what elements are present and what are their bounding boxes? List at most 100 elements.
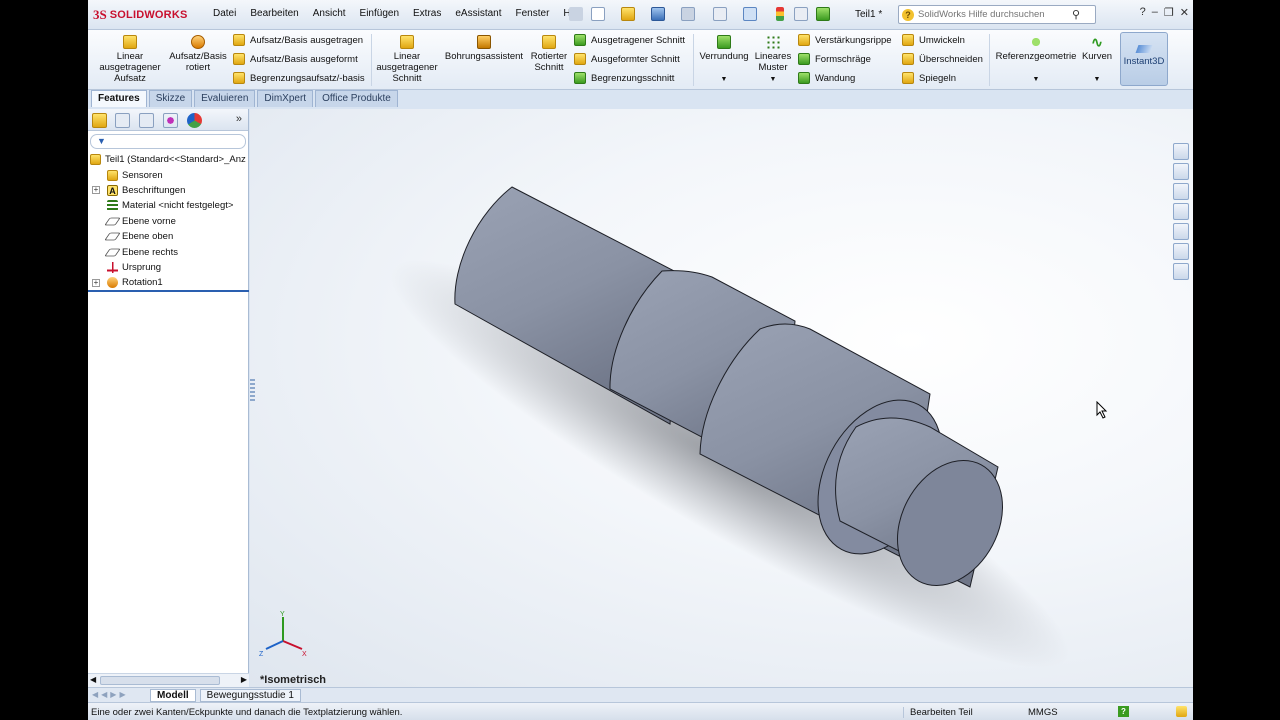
view-palette-icon[interactable] bbox=[1173, 223, 1189, 240]
property-manager-tab-icon[interactable] bbox=[115, 113, 130, 128]
shell-button[interactable]: Wandung bbox=[798, 72, 855, 84]
search-results-icon[interactable] bbox=[1173, 203, 1189, 220]
feature-tree-tab-icon[interactable] bbox=[92, 113, 107, 128]
menu-eassistant[interactable]: eAssistant bbox=[448, 8, 508, 19]
custom-properties-icon[interactable] bbox=[1173, 263, 1189, 280]
tree-item-plane-top[interactable]: Ebene oben bbox=[88, 229, 248, 244]
tree-item-origin[interactable]: Ursprung bbox=[88, 260, 248, 275]
draft-button[interactable]: Formschräge bbox=[798, 53, 871, 65]
curves-button[interactable]: ∿ Kurven ▼ bbox=[1080, 35, 1114, 85]
tab-office-produkte[interactable]: Office Produkte bbox=[315, 90, 398, 107]
rib-icon bbox=[798, 34, 810, 46]
restore-icon[interactable]: ❐ bbox=[1164, 6, 1174, 19]
feature-tree-scrollbar[interactable]: ◀ ▶ bbox=[88, 673, 249, 687]
help-search-input[interactable] bbox=[918, 9, 1068, 20]
reference-geometry-button[interactable]: Referenzgeometrie ▼ bbox=[992, 35, 1080, 85]
rib-button[interactable]: Verstärkungsrippe bbox=[798, 34, 892, 46]
scroll-right-icon[interactable]: ▶ bbox=[241, 675, 247, 684]
boundary-cut-label: Begrenzungsschnitt bbox=[591, 72, 675, 84]
menu-ansicht[interactable]: Ansicht bbox=[306, 8, 353, 19]
rebuild-icon[interactable] bbox=[776, 7, 784, 21]
linear-pattern-button[interactable]: Lineares Muster ▼ bbox=[752, 35, 794, 85]
undo-icon[interactable] bbox=[713, 7, 727, 21]
ref-geometry-dropdown-icon[interactable]: ▼ bbox=[992, 74, 1080, 85]
tree-item-annotations[interactable]: + A Beschriftungen bbox=[88, 183, 248, 198]
fillet-dropdown-icon[interactable]: ▼ bbox=[696, 74, 752, 85]
dimxpert-manager-tab-icon[interactable] bbox=[163, 113, 178, 128]
tree-item-material[interactable]: Material <nicht festgelegt> bbox=[88, 198, 248, 213]
scrollbar-thumb[interactable] bbox=[100, 676, 220, 685]
tab-evaluieren[interactable]: Evaluieren bbox=[194, 90, 256, 107]
menu-extras[interactable]: Extras bbox=[406, 8, 448, 19]
tab-motion-study[interactable]: Bewegungsstudie 1 bbox=[199, 688, 301, 702]
swept-cut-button[interactable]: Ausgetragener Schnitt bbox=[574, 34, 685, 46]
solidworks-logo[interactable]: 3S SOLIDWORKS bbox=[90, 3, 202, 27]
rollback-bar[interactable] bbox=[88, 290, 249, 292]
linear-pattern-label: Lineares Muster bbox=[754, 51, 792, 73]
swept-boss-label: Aufsatz/Basis ausgetragen bbox=[250, 34, 364, 46]
minimize-icon[interactable]: – bbox=[1152, 6, 1158, 19]
tree-item-part[interactable]: Teil1 (Standard<<Standard>_Anz bbox=[88, 152, 248, 167]
boundary-cut-button[interactable]: Begrenzungsschnitt bbox=[574, 72, 674, 84]
rebuild-status-icon[interactable] bbox=[1176, 706, 1187, 717]
tab-skizze[interactable]: Skizze bbox=[148, 90, 193, 107]
tree-item-plane-right[interactable]: Ebene rechts bbox=[88, 244, 248, 259]
file-explorer-icon[interactable] bbox=[1173, 183, 1189, 200]
unit-system[interactable]: MMGS bbox=[1028, 707, 1058, 718]
fillet-button[interactable]: Verrundung ▼ bbox=[696, 35, 752, 85]
hole-wizard-button[interactable]: Bohrungsassistent bbox=[442, 35, 526, 62]
feature-tree-filter[interactable]: ▼ bbox=[90, 134, 246, 149]
quick-tips-icon[interactable]: ? bbox=[1118, 706, 1129, 717]
expand-icon[interactable]: + bbox=[92, 186, 100, 195]
options-icon[interactable] bbox=[816, 7, 830, 21]
expand-panel-icon[interactable]: » bbox=[236, 113, 242, 125]
save-icon[interactable] bbox=[651, 7, 665, 21]
pin-icon[interactable] bbox=[569, 7, 583, 21]
revolved-cut-button[interactable]: Rotierter Schnitt bbox=[528, 35, 570, 73]
lofted-cut-button[interactable]: Ausgeformter Schnitt bbox=[574, 53, 680, 65]
close-icon[interactable]: ✕ bbox=[1180, 6, 1189, 19]
swept-boss-button[interactable]: Aufsatz/Basis ausgetragen bbox=[233, 34, 363, 46]
appearances-scenes-icon[interactable] bbox=[1173, 243, 1189, 260]
linear-boss-button[interactable]: Linear ausgetragener Aufsatz bbox=[98, 35, 162, 84]
help-menu-icon[interactable]: ? bbox=[1140, 6, 1146, 19]
tab-navigation-icons[interactable]: ◀◀▶▶ bbox=[92, 690, 129, 699]
linear-cut-label: Linear ausgetragener Schnitt bbox=[376, 51, 438, 84]
revolve-icon bbox=[107, 277, 118, 289]
open-folder-icon[interactable] bbox=[621, 7, 635, 21]
expand-icon[interactable]: + bbox=[92, 278, 100, 287]
boundary-boss-button[interactable]: Begrenzungsaufsatz/-basis bbox=[233, 72, 365, 84]
linear-cut-button[interactable]: Linear ausgetragener Schnitt bbox=[375, 35, 439, 84]
wrap-button[interactable]: Umwickeln bbox=[902, 34, 965, 46]
curves-dropdown-icon[interactable]: ▼ bbox=[1080, 74, 1114, 85]
search-icon[interactable]: ⚲ bbox=[1072, 8, 1080, 21]
menu-fenster[interactable]: Fenster bbox=[509, 8, 557, 19]
select-arrow-icon[interactable] bbox=[743, 7, 757, 21]
menu-bearbeiten[interactable]: Bearbeiten bbox=[243, 8, 305, 19]
tree-item-sensors[interactable]: Sensoren bbox=[88, 167, 248, 182]
print-icon[interactable] bbox=[681, 7, 695, 21]
design-library-icon[interactable] bbox=[1173, 163, 1189, 180]
intersect-button[interactable]: Überschneiden bbox=[902, 53, 983, 65]
rib-label: Verstärkungsrippe bbox=[815, 34, 892, 46]
feature-manager-tabs: » bbox=[88, 109, 248, 131]
lofted-boss-button[interactable]: Aufsatz/Basis ausgeformt bbox=[233, 53, 358, 65]
file-properties-icon[interactable] bbox=[794, 7, 808, 21]
pattern-dropdown-icon[interactable]: ▼ bbox=[752, 74, 794, 85]
tab-model[interactable]: Modell bbox=[150, 688, 196, 702]
solidworks-resources-icon[interactable] bbox=[1173, 143, 1189, 160]
menu-einfuegen[interactable]: Einfügen bbox=[353, 8, 406, 19]
mirror-button[interactable]: Spiegeln bbox=[902, 72, 956, 84]
scroll-left-icon[interactable]: ◀ bbox=[90, 675, 96, 684]
instant3d-button[interactable]: Instant3D bbox=[1120, 32, 1168, 86]
menu-datei[interactable]: Datei bbox=[206, 8, 243, 19]
configuration-manager-tab-icon[interactable] bbox=[139, 113, 154, 128]
graphics-area[interactable]: ◫ ◫ – ❐ ✕ Y X Z *Isometrisch bbox=[250, 109, 1193, 687]
tree-item-revolve1[interactable]: + Rotation1 bbox=[88, 275, 248, 290]
tree-item-plane-front[interactable]: Ebene vorne bbox=[88, 214, 248, 229]
tab-dimxpert[interactable]: DimXpert bbox=[257, 90, 314, 107]
tab-features[interactable]: Features bbox=[91, 90, 147, 107]
display-manager-tab-icon[interactable] bbox=[187, 113, 202, 128]
revolved-boss-button[interactable]: Aufsatz/Basis rotiert bbox=[166, 35, 230, 73]
new-document-icon[interactable] bbox=[591, 7, 605, 21]
